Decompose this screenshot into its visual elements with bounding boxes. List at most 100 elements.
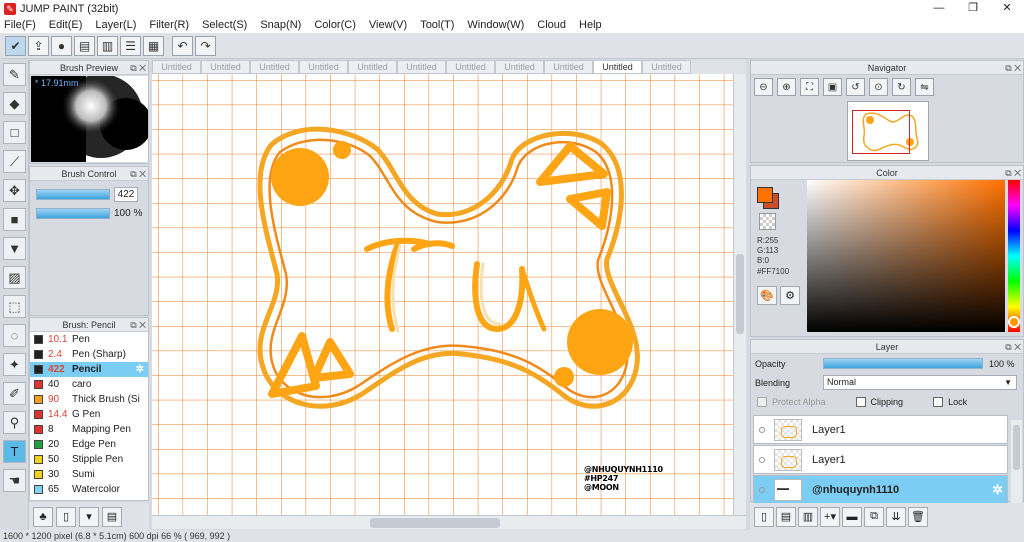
redo-icon[interactable]: ↷ [195, 35, 216, 56]
brush-list-item[interactable]: 90 Thick Brush (Si [30, 392, 148, 407]
layer-opacity-slider[interactable] [823, 358, 983, 369]
tab-untitled[interactable]: Untitled [250, 60, 299, 74]
lock-toggle[interactable]: Lock [933, 396, 967, 407]
menu-filter[interactable]: Filter(R) [149, 19, 189, 31]
tab-untitled[interactable]: Untitled [299, 60, 348, 74]
fit-icon[interactable]: ⛶ [800, 78, 819, 96]
menu-select[interactable]: Select(S) [202, 19, 247, 31]
menu-cloud[interactable]: Cloud [537, 19, 566, 31]
rotate-right-icon[interactable]: ↻ [892, 78, 911, 96]
canvas-vertical-scrollbar[interactable] [733, 74, 746, 515]
brush-tool-icon[interactable]: ✎ [3, 63, 26, 86]
zoom-out-icon[interactable]: ⊖ [754, 78, 773, 96]
brush-list-item[interactable]: 50 Stipple Pen [30, 452, 148, 467]
drawing-canvas[interactable]: @NHUQUYNH1110 #HP247 @MOON [152, 74, 733, 515]
duplicate-layer-icon[interactable]: ⧉ [864, 506, 884, 527]
comment-icon[interactable]: ▤ [74, 35, 95, 56]
tab-untitled[interactable]: Untitled [152, 60, 201, 74]
list-icon[interactable]: ☰ [120, 35, 141, 56]
hue-slider-handle[interactable] [1008, 316, 1020, 328]
flip-icon[interactable]: ⇋ [915, 78, 934, 96]
menu-color[interactable]: Color(C) [314, 19, 356, 31]
tab-untitled[interactable]: Untitled [348, 60, 397, 74]
layer-list-scrollbar[interactable] [1011, 420, 1022, 505]
merge-layer-icon[interactable]: ⇊ [886, 506, 906, 527]
clipping-checkbox[interactable] [855, 396, 866, 407]
hand-tool-icon[interactable]: ☚ [3, 469, 26, 492]
menu-view[interactable]: View(V) [369, 19, 407, 31]
brush-opacity-slider[interactable] [36, 208, 110, 219]
speech-bubble-icon[interactable]: ● [51, 35, 72, 56]
folder-icon[interactable]: ▬ [842, 506, 862, 527]
palette-icon[interactable]: 🎨 [757, 286, 777, 305]
brush-list-item[interactable]: 20 Edge Pen [30, 437, 148, 452]
panel-close-icon[interactable]: ⧉ ✕ [130, 318, 146, 332]
tab-untitled[interactable]: Untitled [397, 60, 446, 74]
tab-untitled[interactable]: Untitled [593, 60, 642, 74]
foreground-color-swatch[interactable] [757, 187, 773, 203]
document-icon[interactable]: ▥ [97, 35, 118, 56]
maximize-button[interactable]: ❐ [956, 0, 990, 17]
select-pen-icon[interactable]: ✐ [3, 382, 26, 405]
menu-file[interactable]: File(F) [4, 19, 36, 31]
new-layer-icon[interactable]: ▯ [754, 506, 774, 527]
tab-untitled[interactable]: Untitled [544, 60, 593, 74]
color-settings-icon[interactable]: ⚙ [780, 286, 800, 305]
actual-size-icon[interactable]: ▣ [823, 78, 842, 96]
protect-alpha-checkbox[interactable] [757, 396, 767, 407]
gradient-icon[interactable]: ▨ [3, 266, 26, 289]
tab-untitled[interactable]: Untitled [446, 60, 495, 74]
rotate-reset-icon[interactable]: ⊙ [869, 78, 888, 96]
hue-slider[interactable] [1008, 180, 1020, 332]
gear-icon[interactable]: ✲ [136, 364, 144, 375]
add-layer-menu-icon[interactable]: +▾ [820, 506, 840, 527]
brush-list-item[interactable]: 10.1 Pen [30, 332, 148, 347]
lasso-icon[interactable]: ◌ [3, 324, 26, 347]
check-icon[interactable]: ✔ [5, 35, 26, 56]
minimize-button[interactable]: — [922, 0, 956, 17]
tree-icon[interactable]: ♣ [33, 506, 53, 527]
new-layer-1bit-icon[interactable]: ▥ [798, 506, 818, 527]
eyedropper-icon[interactable]: ⚲ [3, 411, 26, 434]
menu-help[interactable]: Help [579, 19, 602, 31]
delete-layer-icon[interactable]: 🗑 [908, 506, 928, 527]
navigator-viewport-frame[interactable] [852, 110, 910, 154]
undo-icon[interactable]: ↶ [172, 35, 193, 56]
brush-list-item[interactable]: 14.4 G Pen [30, 407, 148, 422]
brush-list-item[interactable]: 422 Pencil ✲ [30, 362, 148, 377]
menu-snap[interactable]: Snap(N) [260, 19, 301, 31]
menu-layer[interactable]: Layer(L) [95, 19, 136, 31]
brush-list-item[interactable]: 40 caro [30, 377, 148, 392]
brush-list-item[interactable]: 2.4 Pen (Sharp) [30, 347, 148, 362]
line-tool-icon[interactable]: ⟋ [3, 150, 26, 173]
navigator-thumbnail[interactable] [847, 101, 929, 161]
grid-list-icon[interactable]: ▦ [143, 35, 164, 56]
text-tool-icon[interactable]: T [3, 440, 26, 463]
protect-alpha-toggle[interactable]: Protect Alpha [757, 396, 826, 407]
visibility-icon[interactable] [759, 486, 765, 493]
rotate-left-icon[interactable]: ↺ [846, 78, 865, 96]
select-rect-icon[interactable]: ⬚ [3, 295, 26, 318]
panel-close-icon[interactable]: ⧉ ✕ [130, 61, 146, 75]
eraser-tool-icon[interactable]: ◆ [3, 92, 26, 115]
clipping-toggle[interactable]: Clipping [855, 396, 903, 407]
zoom-in-icon[interactable]: ⊕ [777, 78, 796, 96]
visibility-icon[interactable] [759, 456, 765, 463]
layer-row[interactable]: Layer1 [753, 415, 1008, 444]
layer-row[interactable]: Layer1 [753, 445, 1008, 474]
blending-select[interactable]: Normal ▼ [823, 375, 1017, 390]
rectangle-select-icon[interactable]: □ [3, 121, 26, 144]
new-brush-icon[interactable]: ▯ [56, 506, 76, 527]
saturation-value-picker[interactable] [807, 180, 1005, 332]
new-layer-8bit-icon[interactable]: ▤ [776, 506, 796, 527]
gear-icon[interactable]: ✲ [992, 482, 1003, 498]
menu-edit[interactable]: Edit(E) [49, 19, 83, 31]
tab-untitled[interactable]: Untitled [642, 60, 691, 74]
bucket-fill-icon[interactable]: ▼ [3, 237, 26, 260]
panel-close-icon[interactable]: ⧉ ✕ [130, 167, 146, 181]
menu-window[interactable]: Window(W) [467, 19, 524, 31]
panel-close-icon[interactable]: ⧉ ✕ [1005, 166, 1021, 180]
brush-settings-icon[interactable]: ▤ [102, 506, 122, 527]
transparent-color-swatch[interactable] [759, 213, 776, 230]
tab-untitled[interactable]: Untitled [201, 60, 250, 74]
